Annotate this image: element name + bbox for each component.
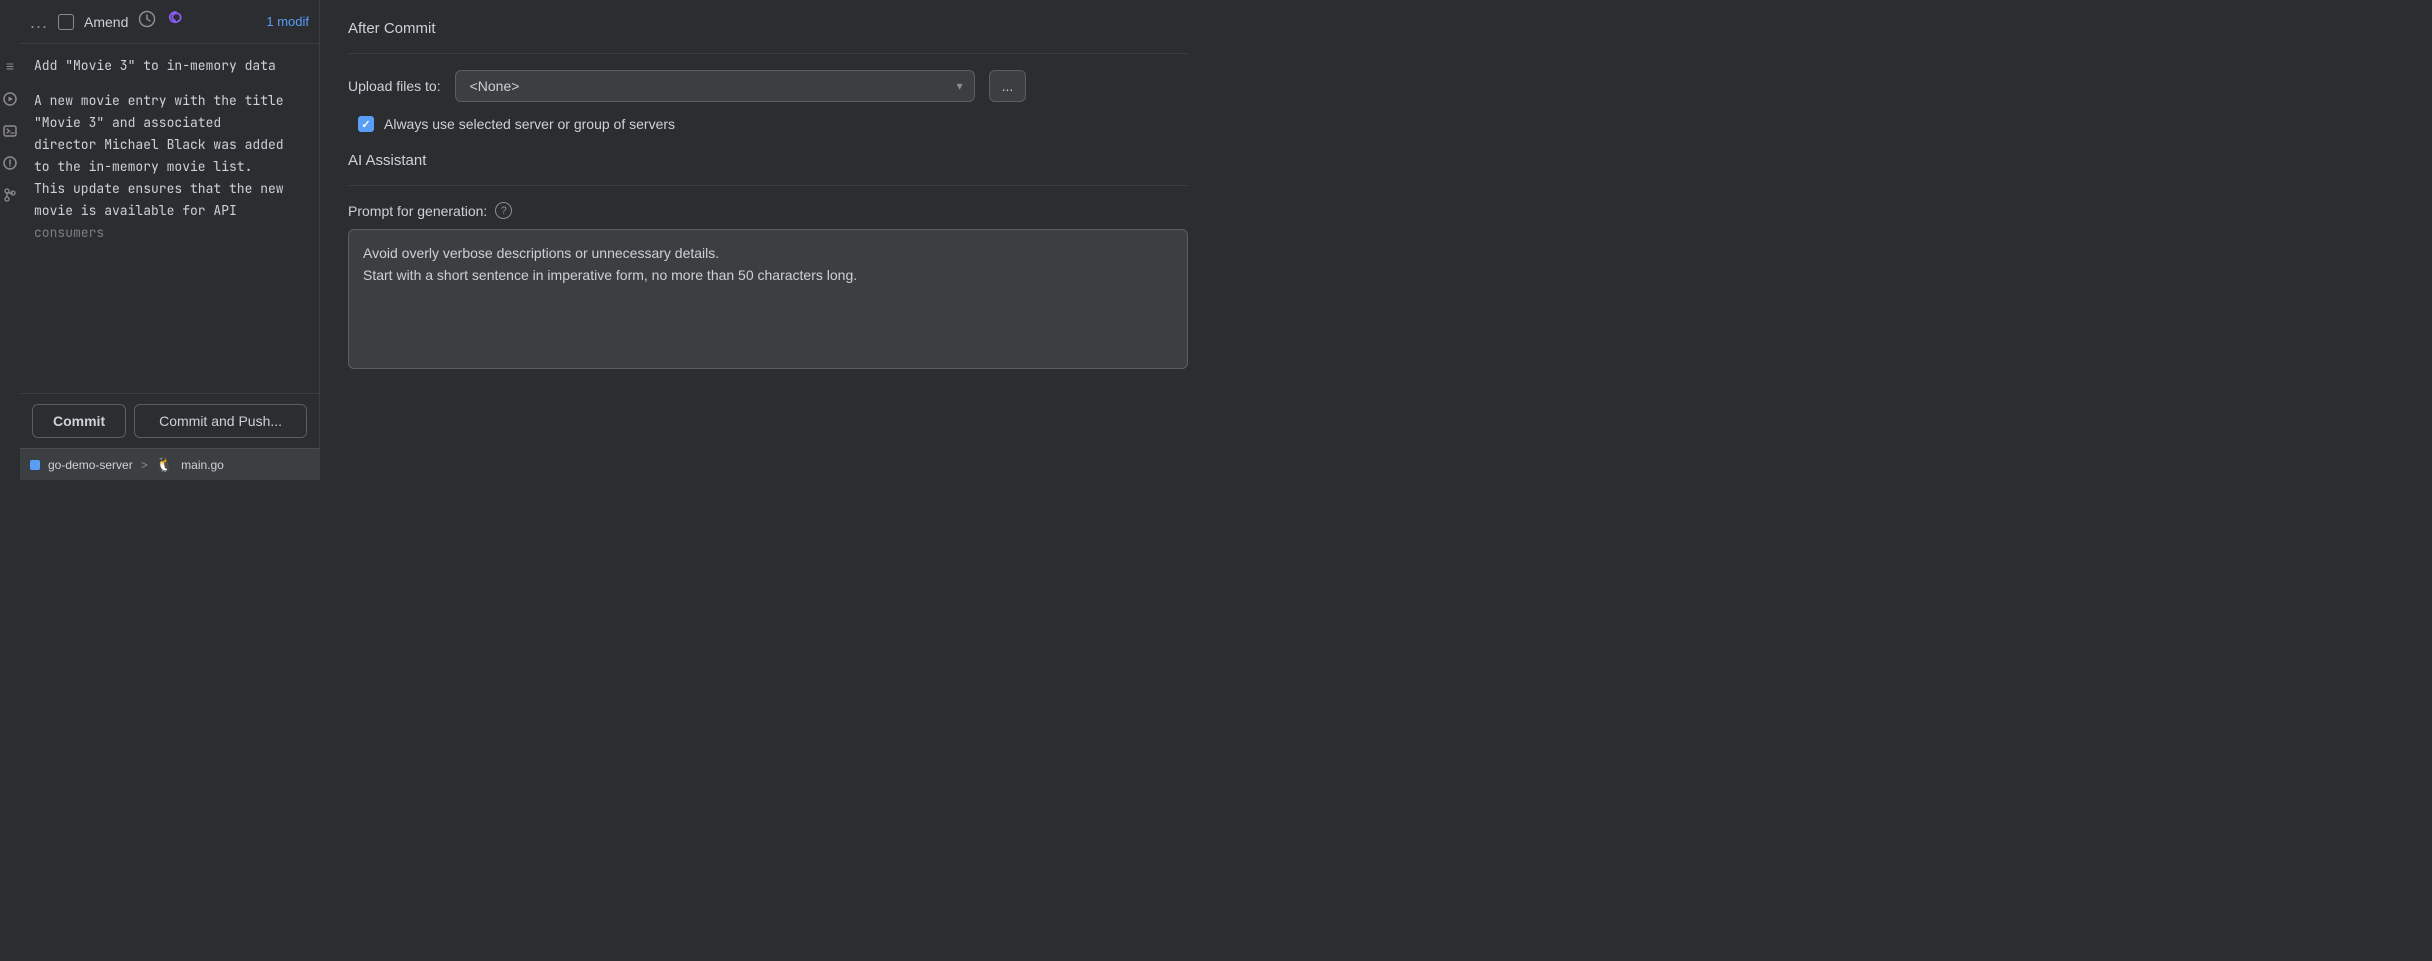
after-commit-title: After Commit [348, 20, 1188, 37]
play-circle-icon[interactable] [3, 92, 17, 106]
terminal-icon[interactable] [3, 124, 17, 138]
right-panel: After Commit Upload files to: <None> ▾ .… [320, 0, 1216, 480]
always-use-server-checkbox[interactable] [358, 116, 374, 132]
commit-push-button[interactable]: Commit and Push... [134, 404, 307, 438]
prompt-label-row: Prompt for generation: ? [348, 202, 1188, 219]
history-icon[interactable] [138, 10, 156, 33]
top-bar: ... Amend 1 modif [20, 0, 319, 44]
ai-icon[interactable] [166, 9, 186, 34]
status-separator: > [141, 458, 148, 472]
help-icon[interactable]: ? [495, 202, 512, 219]
status-repo: go-demo-server [48, 458, 133, 472]
commit-description: A new movie entry with the title "Movie … [34, 90, 305, 245]
commit-message-area: Add "Movie 3" to in-memory data A new mo… [20, 44, 319, 393]
section-divider-2 [348, 185, 1188, 186]
commit-button[interactable]: Commit [32, 404, 126, 438]
left-panel: ≡ [0, 0, 320, 480]
after-commit-section: After Commit Upload files to: <None> ▾ .… [348, 20, 1188, 132]
prompt-label: Prompt for generation: [348, 203, 487, 219]
checkbox-row: Always use selected server or group of s… [358, 116, 1188, 132]
ai-assistant-section: AI Assistant Prompt for generation: ? Av… [348, 152, 1188, 460]
left-panel-content: ... Amend 1 modif Add "Movie 3" to in-me… [20, 0, 319, 480]
warning-icon[interactable] [3, 156, 17, 170]
upload-ellipsis-button[interactable]: ... [989, 70, 1027, 102]
ai-assistant-title: AI Assistant [348, 152, 1188, 169]
section-divider-1 [348, 53, 1188, 54]
branch-icon[interactable] [3, 188, 17, 202]
upload-row: Upload files to: <None> ▾ ... [348, 70, 1188, 102]
upload-select[interactable]: <None> [455, 70, 975, 102]
amend-label: Amend [84, 14, 128, 30]
upload-label: Upload files to: [348, 78, 441, 94]
amend-checkbox[interactable] [58, 14, 74, 30]
status-bar: go-demo-server > 🐧 main.go [20, 448, 319, 480]
status-dot [30, 460, 40, 470]
hamburger-icon[interactable]: ≡ [6, 58, 14, 74]
action-buttons: Commit Commit and Push... [20, 393, 319, 448]
sidebar-icons: ≡ [0, 44, 20, 448]
upload-select-wrapper: <None> ▾ [455, 70, 975, 102]
more-button[interactable]: ... [30, 13, 48, 31]
checkbox-label: Always use selected server or group of s… [384, 116, 675, 132]
modified-badge: 1 modif [266, 14, 309, 29]
prompt-textarea[interactable]: Avoid overly verbose descriptions or unn… [348, 229, 1188, 369]
go-file-icon: 🐧 [156, 456, 173, 473]
commit-title: Add "Movie 3" to in-memory data [34, 56, 305, 76]
status-filename: main.go [181, 458, 224, 472]
